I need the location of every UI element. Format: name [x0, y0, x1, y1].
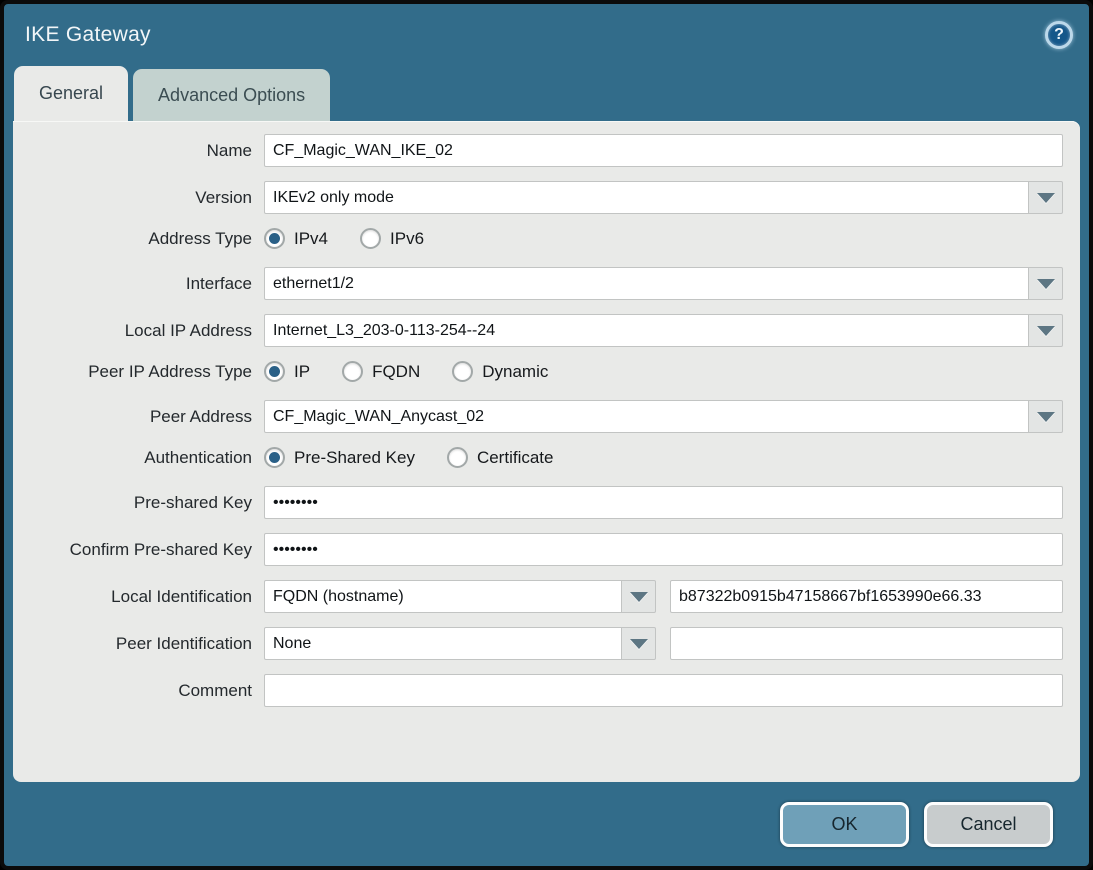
peer-address-dropdown-button[interactable]: [1029, 400, 1063, 433]
radio-certificate-circle[interactable]: [447, 447, 468, 468]
radio-ipv6-circle[interactable]: [360, 228, 381, 249]
row-preshared-key: Pre-shared Key: [13, 486, 1063, 519]
radio-peer-fqdn-label: FQDN: [372, 362, 420, 382]
radio-peer-dynamic-label: Dynamic: [482, 362, 548, 382]
version-label: Version: [13, 188, 264, 208]
name-input[interactable]: [264, 134, 1063, 167]
chevron-down-icon: [1037, 193, 1055, 203]
row-peer-address: Peer Address: [13, 400, 1063, 433]
row-comment: Comment: [13, 674, 1063, 707]
row-version: Version: [13, 181, 1063, 214]
confirm-key-input[interactable]: [264, 533, 1063, 566]
radio-peer-ip[interactable]: IP: [264, 361, 310, 382]
radio-preshared-key-label: Pre-Shared Key: [294, 448, 415, 468]
local-ip-label: Local IP Address: [13, 321, 264, 341]
row-peer-identification: Peer Identification: [13, 627, 1063, 660]
tab-general[interactable]: General: [14, 66, 128, 121]
peer-identification-type-select[interactable]: [264, 627, 622, 660]
help-icon[interactable]: ?: [1045, 21, 1073, 49]
local-identification-value-input[interactable]: [670, 580, 1063, 613]
local-ip-input[interactable]: [264, 314, 1029, 347]
ike-gateway-dialog: IKE Gateway ? General Advanced Options N…: [0, 0, 1093, 870]
radio-peer-fqdn[interactable]: FQDN: [342, 361, 420, 382]
cancel-button[interactable]: Cancel: [924, 802, 1053, 847]
peer-identification-value-input[interactable]: [670, 627, 1063, 660]
peer-identification-dropdown-button[interactable]: [622, 627, 656, 660]
chevron-down-icon: [1037, 279, 1055, 289]
peer-address-input[interactable]: [264, 400, 1029, 433]
footer: OK Cancel: [4, 783, 1089, 866]
radio-preshared-key[interactable]: Pre-Shared Key: [264, 447, 415, 468]
radio-certificate[interactable]: Certificate: [447, 447, 554, 468]
ok-button[interactable]: OK: [780, 802, 909, 847]
local-identification-dropdown-button[interactable]: [622, 580, 656, 613]
radio-peer-fqdn-circle[interactable]: [342, 361, 363, 382]
peer-address-label: Peer Address: [13, 407, 264, 427]
radio-ipv6[interactable]: IPv6: [360, 228, 424, 249]
radio-peer-ip-circle[interactable]: [264, 361, 285, 382]
row-name: Name: [13, 134, 1063, 167]
comment-input[interactable]: [264, 674, 1063, 707]
row-address-type: Address Type IPv4 IPv6: [13, 228, 1063, 249]
chevron-down-icon: [630, 592, 648, 602]
tab-bar: General Advanced Options: [4, 66, 1089, 121]
peer-ip-type-label: Peer IP Address Type: [13, 362, 264, 382]
interface-dropdown-button[interactable]: [1029, 267, 1063, 300]
row-peer-ip-type: Peer IP Address Type IP FQDN Dynamic: [13, 361, 1063, 382]
chevron-down-icon: [630, 639, 648, 649]
chevron-down-icon: [1037, 326, 1055, 336]
peer-identification-label: Peer Identification: [13, 634, 264, 654]
radio-ipv4-label: IPv4: [294, 229, 328, 249]
preshared-key-label: Pre-shared Key: [13, 493, 264, 513]
authentication-label: Authentication: [13, 448, 264, 468]
interface-label: Interface: [13, 274, 264, 294]
confirm-key-label: Confirm Pre-shared Key: [13, 540, 264, 560]
local-ip-dropdown-button[interactable]: [1029, 314, 1063, 347]
radio-certificate-label: Certificate: [477, 448, 554, 468]
radio-peer-ip-label: IP: [294, 362, 310, 382]
radio-ipv4-circle[interactable]: [264, 228, 285, 249]
name-label: Name: [13, 141, 264, 161]
radio-preshared-key-circle[interactable]: [264, 447, 285, 468]
row-local-identification: Local Identification: [13, 580, 1063, 613]
local-identification-label: Local Identification: [13, 587, 264, 607]
titlebar: IKE Gateway ?: [4, 4, 1089, 66]
dialog-title: IKE Gateway: [25, 23, 151, 47]
interface-input[interactable]: [264, 267, 1029, 300]
row-interface: Interface: [13, 267, 1063, 300]
row-local-ip: Local IP Address: [13, 314, 1063, 347]
version-input[interactable]: [264, 181, 1029, 214]
chevron-down-icon: [1037, 412, 1055, 422]
radio-ipv6-label: IPv6: [390, 229, 424, 249]
preshared-key-input[interactable]: [264, 486, 1063, 519]
row-authentication: Authentication Pre-Shared Key Certificat…: [13, 447, 1063, 468]
row-confirm-key: Confirm Pre-shared Key: [13, 533, 1063, 566]
tab-advanced-options[interactable]: Advanced Options: [133, 69, 330, 121]
radio-ipv4[interactable]: IPv4: [264, 228, 328, 249]
version-dropdown-button[interactable]: [1029, 181, 1063, 214]
local-identification-type-select[interactable]: [264, 580, 622, 613]
comment-label: Comment: [13, 681, 264, 701]
address-type-label: Address Type: [13, 229, 264, 249]
radio-peer-dynamic-circle[interactable]: [452, 361, 473, 382]
radio-peer-dynamic[interactable]: Dynamic: [452, 361, 548, 382]
general-tab-panel: Name Version Address Type: [13, 121, 1080, 782]
